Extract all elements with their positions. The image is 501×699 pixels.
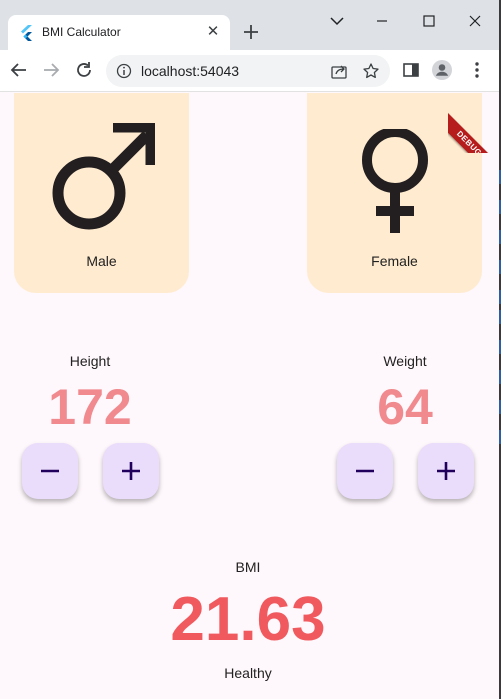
arrow-left-icon[interactable] <box>8 59 30 81</box>
male-label: Male <box>86 253 117 269</box>
minus-icon <box>41 469 59 473</box>
chevron-down-icon <box>330 17 344 26</box>
close-icon <box>469 15 481 27</box>
browser-toolbar: localhost:54043 <box>0 50 499 92</box>
tab-strip: BMI Calculator ✕ <box>0 0 499 50</box>
weight-value: 64 <box>377 379 433 435</box>
height-label: Height <box>69 353 111 369</box>
reload-icon[interactable] <box>73 59 95 81</box>
flutter-logo-icon <box>21 25 32 41</box>
tab-search-button[interactable] <box>322 8 352 34</box>
weight-decrease-button[interactable] <box>337 443 393 499</box>
weight-label: Weight <box>383 353 427 369</box>
weight-increase-button[interactable] <box>418 443 474 499</box>
plus-icon <box>437 462 455 480</box>
height-value: 172 <box>48 379 132 435</box>
side-panel-icon[interactable] <box>400 59 422 81</box>
close-window-button[interactable] <box>460 8 490 34</box>
plus-icon <box>122 462 140 480</box>
profile-icon[interactable] <box>431 59 453 81</box>
close-icon[interactable]: ✕ <box>205 24 221 40</box>
maximize-button[interactable] <box>414 8 444 34</box>
browser-window: BMI Calculator ✕ localhost:54043 Male Fe… <box>0 0 499 699</box>
arrow-right-icon[interactable] <box>40 59 62 81</box>
new-tab-button[interactable] <box>239 20 263 44</box>
kebab-menu-icon[interactable] <box>466 59 488 81</box>
female-symbol-icon <box>362 129 428 233</box>
male-card[interactable]: Male <box>14 93 189 293</box>
url-text[interactable]: localhost:54043 <box>141 63 239 79</box>
minus-icon <box>356 469 374 473</box>
male-symbol-icon <box>52 123 155 230</box>
address-bar[interactable]: localhost:54043 <box>106 55 390 87</box>
tab-bmi-calculator[interactable]: BMI Calculator ✕ <box>8 15 230 50</box>
debug-banner-label: DEBUG <box>448 107 499 153</box>
tab-title: BMI Calculator <box>42 25 121 39</box>
bmi-status: Healthy <box>224 665 272 681</box>
bmi-label: BMI <box>235 559 261 575</box>
minimize-icon <box>377 20 387 22</box>
share-icon[interactable] <box>330 62 348 80</box>
minimize-button[interactable] <box>367 8 397 34</box>
height-increase-button[interactable] <box>103 443 159 499</box>
bmi-value: 21.63 <box>170 585 326 654</box>
female-label: Female <box>371 253 418 269</box>
maximize-icon <box>423 15 435 27</box>
debug-banner: DEBUG <box>448 93 499 153</box>
app-viewport: Male Female DEBUG Height 172 Weight 64 B… <box>0 93 499 699</box>
plus-icon <box>244 25 258 39</box>
star-icon[interactable] <box>362 62 380 80</box>
info-icon[interactable] <box>116 63 132 79</box>
height-decrease-button[interactable] <box>22 443 78 499</box>
